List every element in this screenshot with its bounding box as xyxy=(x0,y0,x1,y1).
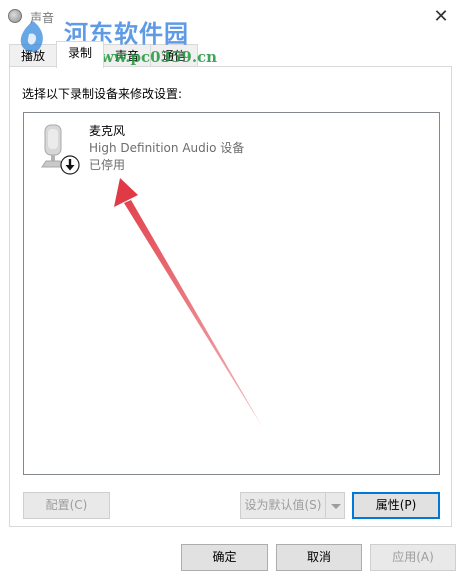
disabled-down-arrow-icon xyxy=(60,155,80,175)
device-list[interactable]: 麦克风 High Definition Audio 设备 已停用 xyxy=(23,112,440,475)
device-text: 麦克风 High Definition Audio 设备 已停用 xyxy=(89,123,244,174)
device-status: 已停用 xyxy=(89,158,126,172)
title-bar: 声音 ✕ xyxy=(0,0,461,33)
set-default-button[interactable]: 设为默认值(S) xyxy=(240,492,326,519)
list-item[interactable]: 麦克风 High Definition Audio 设备 已停用 xyxy=(34,119,254,177)
device-description: High Definition Audio 设备 xyxy=(89,141,245,155)
set-default-dropdown-icon[interactable] xyxy=(325,492,345,519)
cancel-button[interactable]: 取消 xyxy=(276,544,362,571)
close-button[interactable]: ✕ xyxy=(421,0,461,33)
device-name: 麦克风 xyxy=(89,124,126,138)
instruction-label: 选择以下录制设备来修改设置: xyxy=(22,87,183,101)
tab-playback[interactable]: 播放 xyxy=(9,44,57,66)
apply-button[interactable]: 应用(A) xyxy=(370,544,456,571)
tab-communications[interactable]: 通信 xyxy=(150,44,198,66)
ok-button[interactable]: 确定 xyxy=(181,544,268,571)
window-title: 声音 xyxy=(30,11,55,25)
properties-button[interactable]: 属性(P) xyxy=(352,492,440,519)
configure-button[interactable]: 配置(C) xyxy=(23,492,110,519)
tab-sounds[interactable]: 声音 xyxy=(103,44,151,66)
speaker-icon xyxy=(8,9,22,23)
tab-recording[interactable]: 录制 xyxy=(56,41,104,68)
